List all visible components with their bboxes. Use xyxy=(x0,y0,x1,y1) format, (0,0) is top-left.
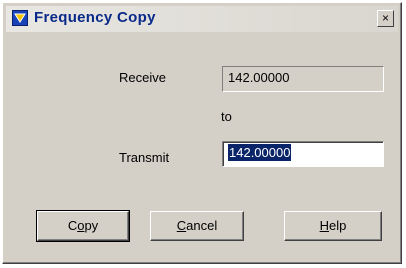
to-label: to xyxy=(221,109,232,124)
copy-button[interactable]: Copy xyxy=(36,210,130,242)
receive-label: Receive xyxy=(119,70,166,85)
cancel-label-mnemonic: C xyxy=(176,218,187,233)
copy-label-post: py xyxy=(84,218,99,233)
copy-label-pre: C xyxy=(67,218,78,233)
title-bar[interactable]: Frequency Copy × xyxy=(6,6,398,32)
receive-field: 142.00000 xyxy=(222,66,384,92)
cancel-button[interactable]: Cancel xyxy=(150,211,244,241)
window-title: Frequency Copy xyxy=(34,9,156,26)
close-button[interactable]: × xyxy=(377,10,394,27)
help-label-mnemonic: H xyxy=(319,218,330,233)
frequency-copy-dialog: Frequency Copy × Receive 142.00000 to Tr… xyxy=(2,2,402,264)
app-triangle-icon xyxy=(12,10,28,26)
help-button[interactable]: Help xyxy=(284,211,382,241)
close-icon: × xyxy=(381,11,389,25)
transmit-value: 142.00000 xyxy=(228,144,292,161)
help-label-post: elp xyxy=(329,218,347,233)
transmit-label: Transmit xyxy=(119,150,170,165)
cancel-label-post: ancel xyxy=(186,218,218,233)
transmit-input[interactable]: 142.00000 xyxy=(222,141,384,167)
